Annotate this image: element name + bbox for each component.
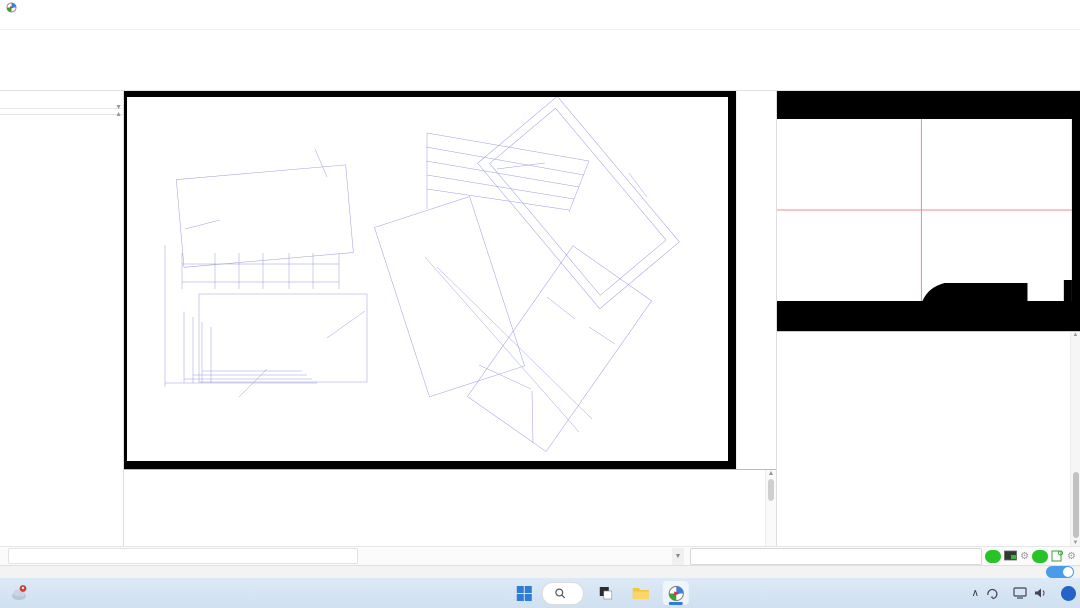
app-window: ▲ ▼ [0, 0, 1080, 608]
results-table[interactable] [124, 470, 765, 546]
unit-readout [1032, 567, 1034, 578]
camera-part-edge [922, 283, 1027, 301]
onedrive-sync-icon[interactable] [986, 587, 999, 600]
toolbar [0, 29, 1080, 91]
search-icon [555, 588, 566, 599]
output-scroll-thumb[interactable] [1073, 472, 1079, 538]
message-box [8, 548, 358, 564]
tray-expand-chevron-icon[interactable]: ∧ [972, 588, 979, 599]
app-logo-icon [6, 2, 17, 13]
unit-toggle[interactable] [1046, 566, 1074, 578]
dimension-tools-panel [736, 91, 776, 469]
dimension-lines [165, 97, 679, 452]
taskbar-search[interactable] [542, 582, 584, 605]
capture-settings-gear-icon[interactable]: ⚙ [1020, 551, 1029, 562]
table-scroll-thumb[interactable] [768, 479, 774, 501]
program-strip: ▼ ⚙ ⚙ [0, 546, 1080, 565]
export-report-icon[interactable] [1051, 550, 1064, 562]
table-scrollbar[interactable]: ▲ [765, 470, 776, 546]
notification-badge[interactable] [1061, 586, 1076, 601]
camera-view[interactable] [777, 91, 1080, 331]
tree-scroll-up-icon[interactable]: ▲ [115, 111, 122, 118]
left-panel: ▲ ▼ [0, 91, 124, 546]
camera-on-badge[interactable] [985, 550, 1001, 563]
output-scroll-down-icon[interactable]: ▼ [1073, 540, 1079, 546]
panel-divider [0, 114, 123, 115]
coordinate-tree: ▲ ▼ [0, 109, 123, 111]
taskbar: ∧ [0, 578, 1080, 608]
weather-cloud-icon [10, 584, 30, 602]
status-bar [0, 565, 1080, 578]
table-scrollbar-stub[interactable]: ▼ [672, 548, 684, 565]
main-area: ▲ ▼ [0, 91, 1080, 546]
smartghost-app-button[interactable] [663, 581, 689, 605]
current-program-bar: ⚙ ⚙ [684, 548, 1080, 565]
network-display-icon[interactable] [1013, 587, 1027, 599]
results-table-area: ▲ [124, 469, 776, 546]
titlebar [0, 0, 1080, 14]
task-view-button[interactable] [593, 581, 619, 605]
export-settings-gear-icon[interactable]: ⚙ [1067, 551, 1076, 562]
menu-bar [0, 14, 1080, 29]
taskbar-weather-widget[interactable] [10, 584, 34, 602]
start-button[interactable] [516, 585, 533, 602]
speaker-icon[interactable] [1034, 587, 1047, 599]
file-explorer-button[interactable] [628, 581, 654, 605]
center-column: ▲ [124, 91, 776, 546]
current-program-input[interactable] [695, 549, 977, 563]
tree-scroll-down-icon[interactable]: ▼ [115, 104, 122, 111]
current-program-field[interactable] [690, 548, 982, 565]
table-scroll-up-icon[interactable]: ▲ [768, 470, 775, 477]
measurement-canvas[interactable] [124, 91, 736, 469]
screen-capture-icon[interactable] [1004, 550, 1017, 562]
output-on-badge[interactable] [1032, 550, 1048, 563]
output-scroll-up-icon[interactable]: ▲ [1073, 332, 1079, 338]
dimension-output-list: ▲▼ [777, 331, 1080, 546]
left-panel-tabs [0, 91, 123, 109]
right-column: ▲▼ [776, 91, 1080, 546]
